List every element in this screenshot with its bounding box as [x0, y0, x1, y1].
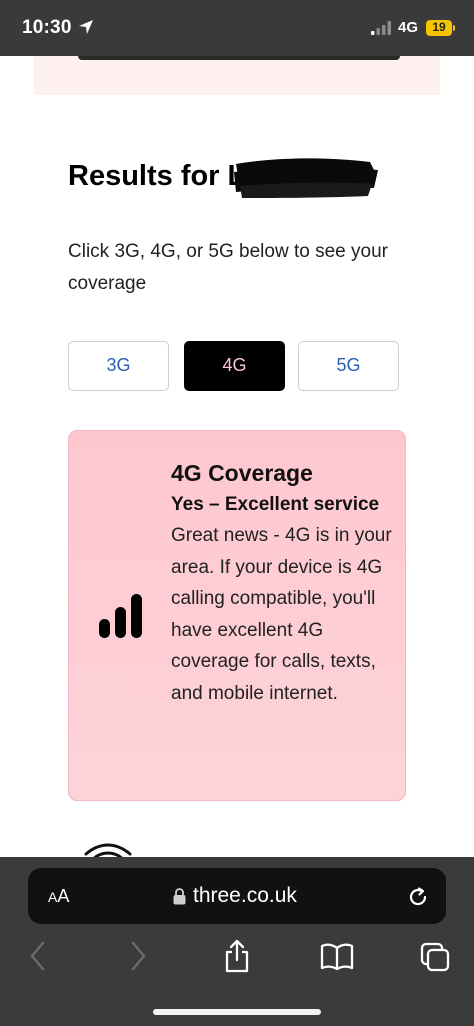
share-icon[interactable]: [222, 938, 252, 979]
home-indicator: [153, 1009, 321, 1015]
reader-aa-button[interactable]: AA: [48, 886, 69, 907]
tab-5g[interactable]: 5G: [298, 341, 399, 391]
tabs-overview-icon[interactable]: [420, 938, 452, 979]
search-box-edge: [78, 56, 400, 60]
coverage-instruction: Click 3G, 4G, or 5G below to see your co…: [68, 241, 388, 294]
tab-3g[interactable]: 3G: [68, 341, 169, 391]
status-time: 10:30: [22, 17, 72, 38]
coverage-card-text: 4G Coverage Yes – Excellent service Grea…: [171, 457, 393, 709]
signal-bars-icon: [99, 594, 145, 645]
coverage-status: Yes – Excellent service: [171, 494, 380, 515]
forward-arrow-icon[interactable]: [128, 938, 148, 979]
url-text[interactable]: three.co.uk: [193, 884, 297, 908]
battery-icon: 19: [426, 20, 452, 36]
location-arrow-icon: [78, 19, 94, 40]
tab-4g[interactable]: 4G: [184, 341, 285, 391]
bookmarks-icon[interactable]: [320, 938, 354, 979]
battery-tip: [453, 25, 455, 31]
status-bar: 10:30 4G 19: [0, 0, 474, 56]
redaction-scribble: [234, 158, 378, 198]
coverage-description: Great news - 4G is in your area. If your…: [171, 525, 392, 704]
network-type: 4G: [398, 19, 419, 36]
cellular-signal-icon: [371, 21, 393, 40]
back-arrow-icon[interactable]: [28, 938, 48, 979]
page-header-strip: [34, 56, 440, 95]
reload-icon[interactable]: [406, 885, 430, 914]
lock-icon: [173, 888, 186, 910]
network-tabs: 3G 4G 5G: [68, 341, 401, 391]
coverage-title: 4G Coverage: [171, 460, 313, 486]
battery-level: 19: [432, 20, 446, 34]
coverage-card: 4G Coverage Yes – Excellent service Grea…: [68, 430, 406, 801]
